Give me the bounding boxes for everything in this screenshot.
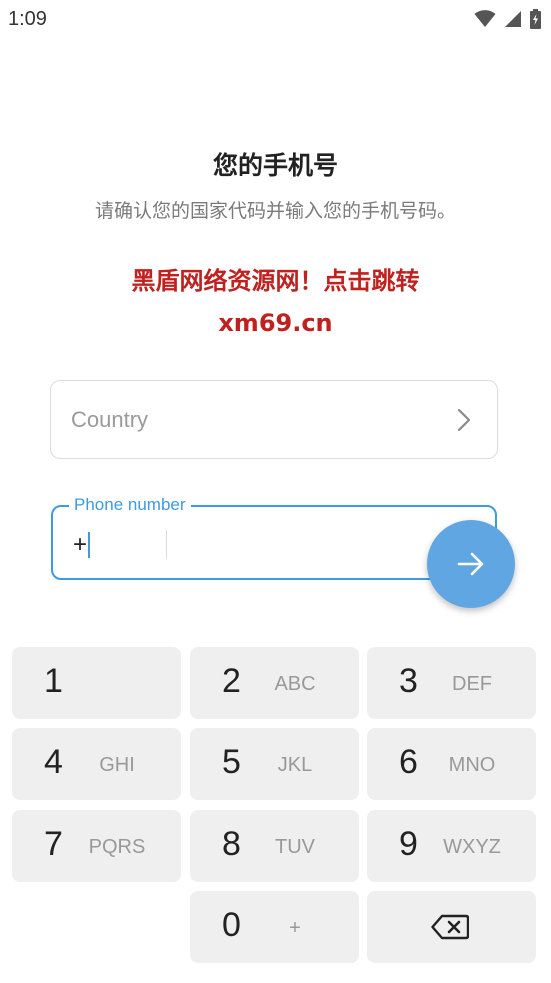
key-0[interactable]: 0 + <box>190 891 359 963</box>
key-digit: 2 <box>222 662 241 700</box>
key-8[interactable]: 8 TUV <box>190 810 359 882</box>
key-3[interactable]: 3 DEF <box>367 647 536 719</box>
key-digit: 3 <box>399 662 418 700</box>
key-2[interactable]: 2 ABC <box>190 647 359 719</box>
promo-line-2[interactable]: xm69.cn <box>0 302 551 344</box>
login-phone-screen: 1:09 您的手机号 请确认您的国家代码并输入您的手机号码。 黑盾网络资源网！点… <box>0 0 551 983</box>
text-cursor <box>88 532 91 558</box>
status-bar: 1:09 <box>0 0 551 40</box>
key-digit: 6 <box>399 743 418 781</box>
page-subtitle: 请确认您的国家代码并输入您的手机号码。 <box>94 200 456 222</box>
numeric-keypad: 1 2 ABC 3 DEF 4 GHI 5 JKL 6 MNO 7 PQRS 8 <box>0 638 551 983</box>
key-letters: + <box>289 917 301 939</box>
phone-number-label: Phone number <box>69 495 191 515</box>
key-1[interactable]: 1 <box>12 647 181 719</box>
key-digit: 8 <box>222 825 241 863</box>
key-9[interactable]: 9 WXYZ <box>367 810 536 882</box>
key-letters: GHI <box>99 754 135 776</box>
next-button[interactable] <box>427 520 515 608</box>
key-letters: JKL <box>277 754 313 776</box>
promo-line-1[interactable]: 黑盾网络资源网！点击跳转 <box>0 260 551 302</box>
key-6[interactable]: 6 MNO <box>367 728 536 800</box>
country-selector[interactable]: Country <box>50 380 498 459</box>
promo-banner[interactable]: 黑盾网络资源网！点击跳转 xm69.cn <box>0 260 551 344</box>
signal-icon <box>505 11 521 27</box>
key-7[interactable]: 7 PQRS <box>12 810 181 882</box>
country-code-input[interactable]: + <box>73 531 91 559</box>
key-digit: 7 <box>44 825 63 863</box>
status-icons <box>474 9 541 29</box>
key-5[interactable]: 5 JKL <box>190 728 359 800</box>
battery-icon <box>530 9 541 29</box>
page-title: 您的手机号 <box>212 151 338 180</box>
field-divider <box>166 530 167 559</box>
key-letters: PQRS <box>88 836 146 858</box>
key-digit: 4 <box>44 743 63 781</box>
chevron-right-icon <box>457 408 471 432</box>
key-letters: WXYZ <box>443 836 501 858</box>
arrow-right-icon <box>457 552 484 576</box>
country-placeholder: Country <box>71 407 149 432</box>
backspace-icon <box>431 914 469 940</box>
key-digit: 9 <box>399 825 418 863</box>
backspace-key[interactable] <box>367 891 536 963</box>
key-digit: 1 <box>44 662 63 700</box>
key-digit: 5 <box>222 743 241 781</box>
key-letters: TUV <box>275 836 315 858</box>
key-digit: 0 <box>222 906 241 944</box>
country-code-prefix: + <box>73 531 88 558</box>
key-4[interactable]: 4 GHI <box>12 728 181 800</box>
status-time: 1:09 <box>8 8 47 30</box>
wifi-icon <box>474 10 496 27</box>
key-letters: MNO <box>448 754 496 776</box>
phone-number-input[interactable] <box>177 525 427 563</box>
key-letters: ABC <box>274 673 316 695</box>
key-letters: DEF <box>452 673 492 695</box>
